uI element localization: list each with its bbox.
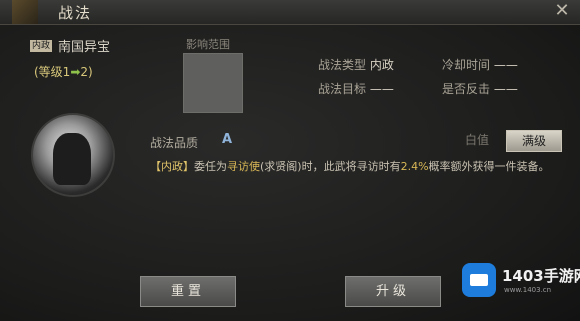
- level-from: (等级1: [34, 65, 71, 79]
- skill-type-value: 内政: [369, 58, 394, 72]
- window-title: 战法: [58, 4, 93, 22]
- level-to: 2): [80, 65, 93, 79]
- max-level-toggle[interactable]: 满级: [506, 130, 562, 152]
- title-bar: 战法 ✕: [0, 0, 580, 25]
- site-watermark: 1403手游网 www.1403.cn: [462, 257, 580, 303]
- reset-button[interactable]: 重置: [140, 276, 236, 307]
- quality-label: 战法品质: [150, 136, 199, 150]
- watermark-logo-icon: [462, 263, 496, 297]
- upgrade-button[interactable]: 升级: [345, 276, 441, 307]
- title-decoration: [12, 0, 38, 24]
- counterattack-value: ——: [493, 82, 518, 96]
- desc-text-1: 委任为: [194, 160, 227, 173]
- cooldown-row: 冷却时间 ——: [442, 56, 518, 73]
- desc-type-tag: 【内政】: [150, 160, 194, 173]
- watermark-url: www.1403.cn: [504, 286, 552, 294]
- quality-value: A: [222, 132, 233, 147]
- base-value-toggle[interactable]: 白值: [454, 130, 500, 150]
- watermark-brand: 1403手游网: [502, 267, 580, 285]
- skill-target-value: ——: [369, 82, 394, 96]
- skill-target-label: 战法目标: [318, 82, 367, 96]
- desc-chance: 2.4%: [400, 160, 429, 173]
- skill-target-row: 战法目标 ——: [318, 80, 394, 97]
- cooldown-label: 冷却时间: [442, 58, 491, 72]
- cooldown-value: ——: [493, 58, 518, 72]
- skill-name: 南国异宝: [58, 40, 111, 55]
- counterattack-label: 是否反击: [442, 82, 491, 96]
- skill-type-label: 战法类型: [318, 58, 367, 72]
- effect-range-label: 影响范围: [186, 38, 230, 51]
- skill-portrait: [31, 113, 115, 197]
- counterattack-row: 是否反击 ——: [442, 80, 518, 97]
- desc-text-2: (求贤阁)时，此武将寻访时有: [260, 160, 401, 173]
- level-indicator: (等级1➡2): [34, 63, 93, 80]
- skill-type-badge: 内政: [30, 40, 53, 52]
- skill-description: 【内政】委任为寻访使(求贤阁)时，此武将寻访时有2.4%概率额外获得一件装备。: [150, 158, 564, 175]
- skill-type-row: 战法类型 内政: [318, 56, 394, 73]
- portrait-figure: [53, 133, 91, 185]
- desc-text-3: 概率额外获得一件装备。: [428, 160, 550, 173]
- effect-range-grid: [183, 53, 243, 113]
- desc-role: 寻访使: [227, 160, 260, 173]
- close-icon[interactable]: ✕: [552, 1, 572, 21]
- level-arrow-icon: ➡: [70, 65, 81, 79]
